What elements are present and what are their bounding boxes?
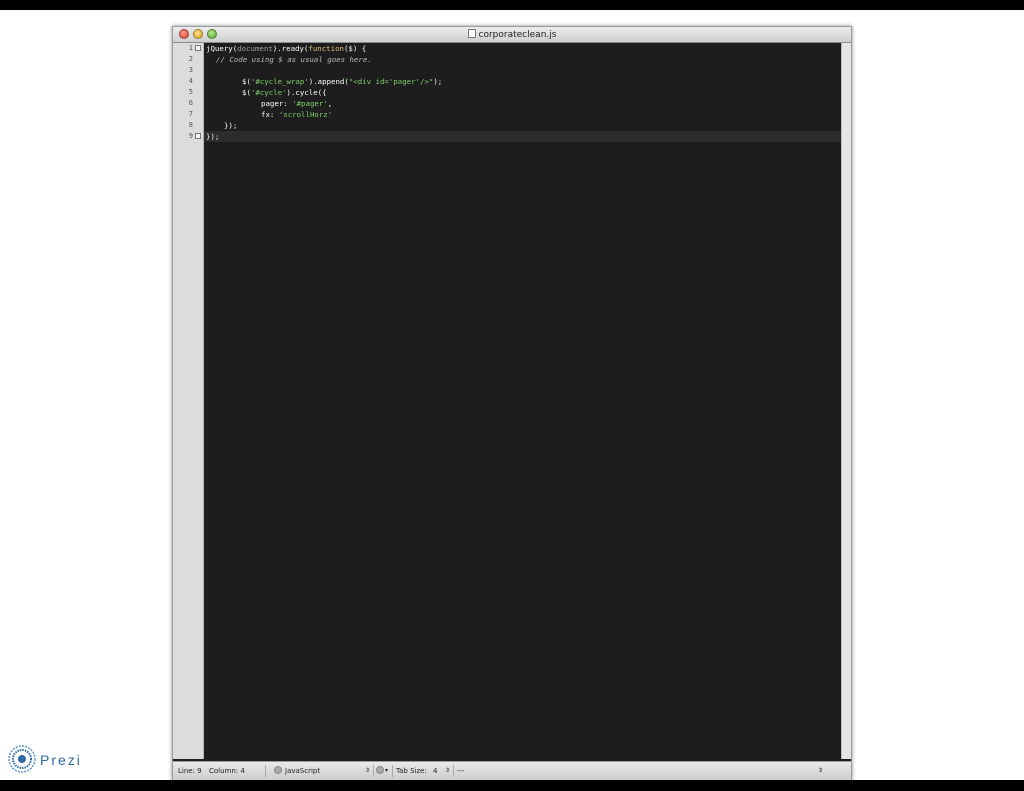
code-line-9: });: [206, 132, 220, 141]
line-number: 7: [188, 110, 193, 118]
code-line-8: });: [224, 121, 238, 130]
fold-toggle-icon[interactable]: [195, 133, 201, 139]
status-divider: [265, 765, 266, 777]
line-indicator: Line: 9: [178, 767, 202, 775]
gear-menu-arrow-icon[interactable]: ▾: [385, 767, 388, 774]
line-number: 6: [188, 99, 193, 107]
line-number-gutter: 1 2 3 4 5 6 7 8 9: [173, 43, 204, 759]
vertical-scrollbar[interactable]: [841, 43, 851, 759]
line-number: 8: [188, 121, 193, 129]
line-number: 2: [188, 55, 193, 63]
status-divider: [453, 765, 454, 777]
chevron-updown-icon[interactable]: ⇕: [445, 767, 450, 774]
status-bar: Line: 9 Column: 4 JavaScript ⇕ ▾ Tab Siz…: [173, 761, 851, 780]
title-bar[interactable]: corporateclean.js: [173, 27, 851, 43]
file-icon: [467, 29, 476, 38]
editor-window: corporateclean.js 1 2 3 4 5 6 7 8 9 jQue…: [172, 26, 852, 780]
code-line-6: pager: '#pager',: [261, 99, 333, 108]
gear-icon[interactable]: [376, 766, 384, 774]
prezi-logo-text: Prezi: [40, 752, 82, 768]
current-line-highlight: [204, 131, 841, 142]
symbol-selector[interactable]: ---: [457, 767, 465, 775]
code-line-2: // Code using $ as usual goes here.: [216, 55, 372, 64]
tab-size-value[interactable]: 4: [433, 767, 437, 775]
code-line-5: $('#cycle').cycle({: [242, 88, 327, 97]
bottom-black-bar: [0, 780, 1024, 791]
prezi-logo: Prezi: [8, 745, 98, 775]
line-number: 3: [188, 66, 193, 74]
status-divider: [392, 765, 393, 777]
top-black-bar: [0, 0, 1024, 10]
code-editor[interactable]: jQuery(document).ready(function($) { // …: [204, 43, 841, 759]
window-title: corporateclean.js: [173, 29, 851, 40]
code-line-7: fx: 'scrollHorz': [261, 110, 333, 119]
chevron-updown-icon[interactable]: ⇕: [365, 767, 370, 774]
line-number: 5: [188, 88, 193, 96]
language-selector[interactable]: JavaScript: [285, 767, 320, 775]
language-icon: [274, 766, 282, 774]
code-line-4: $('#cycle_wrap').append("<div id='pager'…: [242, 77, 443, 86]
status-divider: [373, 765, 374, 777]
line-number: 4: [188, 77, 193, 85]
code-line-1: jQuery(document).ready(function($) {: [206, 44, 367, 53]
column-indicator: Column: 4: [209, 767, 245, 775]
prezi-logo-icon: [8, 745, 36, 773]
fold-toggle-icon[interactable]: [195, 45, 201, 51]
line-number: 1: [188, 44, 193, 52]
window-title-text: corporateclean.js: [478, 30, 557, 40]
line-number: 9: [188, 132, 193, 140]
chevron-updown-icon[interactable]: ⇕: [818, 767, 823, 774]
tab-size-label: Tab Size:: [396, 767, 427, 775]
